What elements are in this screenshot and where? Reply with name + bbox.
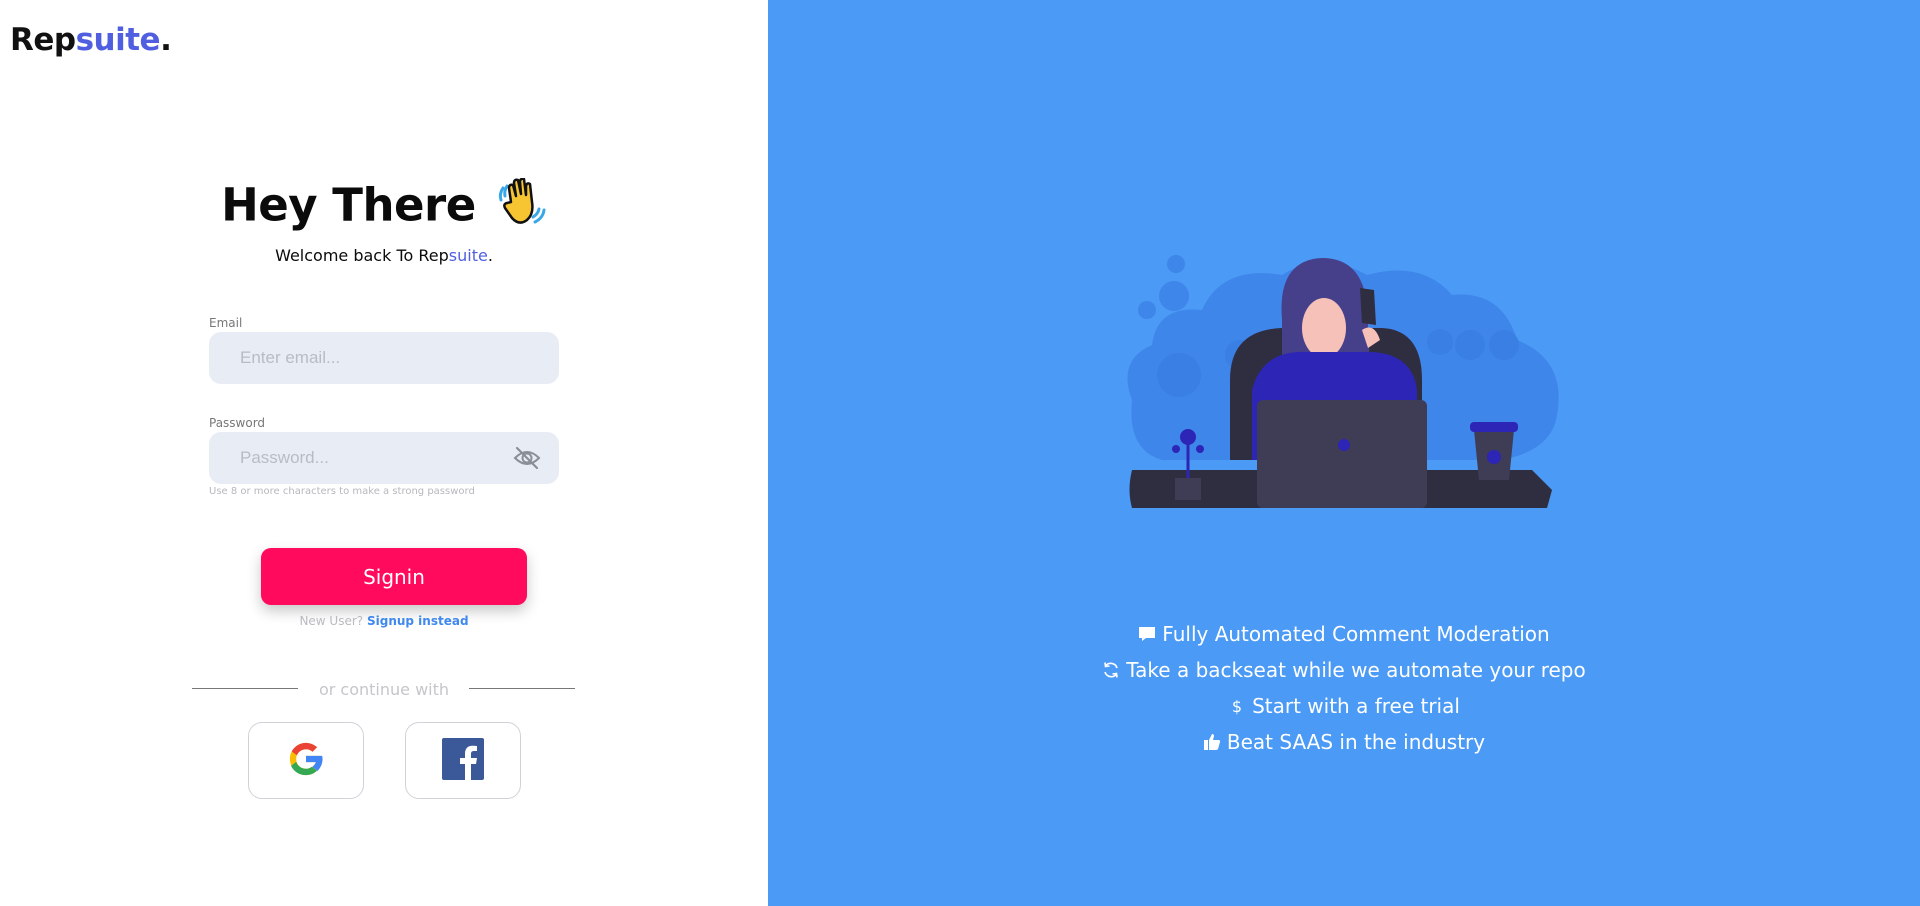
signin-button[interactable]: Signin <box>261 548 527 605</box>
feature-item: Beat SAAS in the industry <box>768 724 1920 760</box>
password-hint: Use 8 or more characters to make a stron… <box>209 486 475 497</box>
svg-text:$: $ <box>1232 697 1242 715</box>
email-field-wrap <box>209 332 559 384</box>
eye-slash-icon[interactable] <box>513 445 541 471</box>
new-user-text: New User? <box>299 614 364 628</box>
feature-item: Take a backseat while we automate your r… <box>768 652 1920 688</box>
facebook-login-button[interactable] <box>405 722 521 799</box>
page-title-text: Hey There <box>221 178 476 232</box>
subtitle-prefix: Welcome back To Rep <box>275 246 449 265</box>
facebook-icon <box>442 737 484 784</box>
brand-logo[interactable]: Repsuite. <box>10 22 172 58</box>
subtitle-accent: suite <box>448 246 488 265</box>
login-panel: Repsuite. Hey There Welcome back To Reps… <box>0 0 768 906</box>
woman-at-laptop-illustration <box>1127 255 1559 508</box>
brand-name-dot: . <box>160 22 172 58</box>
feature-text: Start with a free trial <box>1252 694 1460 718</box>
password-field-wrap <box>209 432 559 484</box>
feature-list: Fully Automated Comment Moderation Take … <box>768 616 1920 760</box>
subtitle-suffix: . <box>487 246 493 265</box>
brand-name-part1: Rep <box>10 22 76 58</box>
email-field[interactable] <box>209 332 559 384</box>
divider-right <box>469 688 575 689</box>
email-label: Email <box>209 316 243 330</box>
waving-hand-icon <box>497 177 547 239</box>
google-login-button[interactable] <box>248 722 364 799</box>
feature-text: Beat SAAS in the industry <box>1226 730 1486 754</box>
signup-link[interactable]: Signup instead <box>367 614 469 628</box>
password-field[interactable] <box>209 432 559 484</box>
divider-text: or continue with <box>318 680 450 699</box>
page-title: Hey There <box>0 177 768 239</box>
feature-text: Take a backseat while we automate your r… <box>1126 658 1586 682</box>
dollar-icon: $ <box>1232 697 1242 715</box>
welcome-subtitle: Welcome back To Repsuite. <box>0 246 768 265</box>
new-user-row: New User? Signup instead <box>0 614 768 628</box>
google-icon <box>285 738 327 784</box>
password-label: Password <box>209 416 266 430</box>
brand-name-part2: suite <box>75 22 161 58</box>
comment-icon <box>1139 627 1156 641</box>
thumbs-up-icon <box>1203 734 1221 750</box>
feature-text: Fully Automated Comment Moderation <box>1162 622 1550 646</box>
feature-item: Fully Automated Comment Moderation <box>768 616 1920 652</box>
refresh-icon <box>1104 662 1119 678</box>
feature-item: $ Start with a free trial <box>768 688 1920 724</box>
